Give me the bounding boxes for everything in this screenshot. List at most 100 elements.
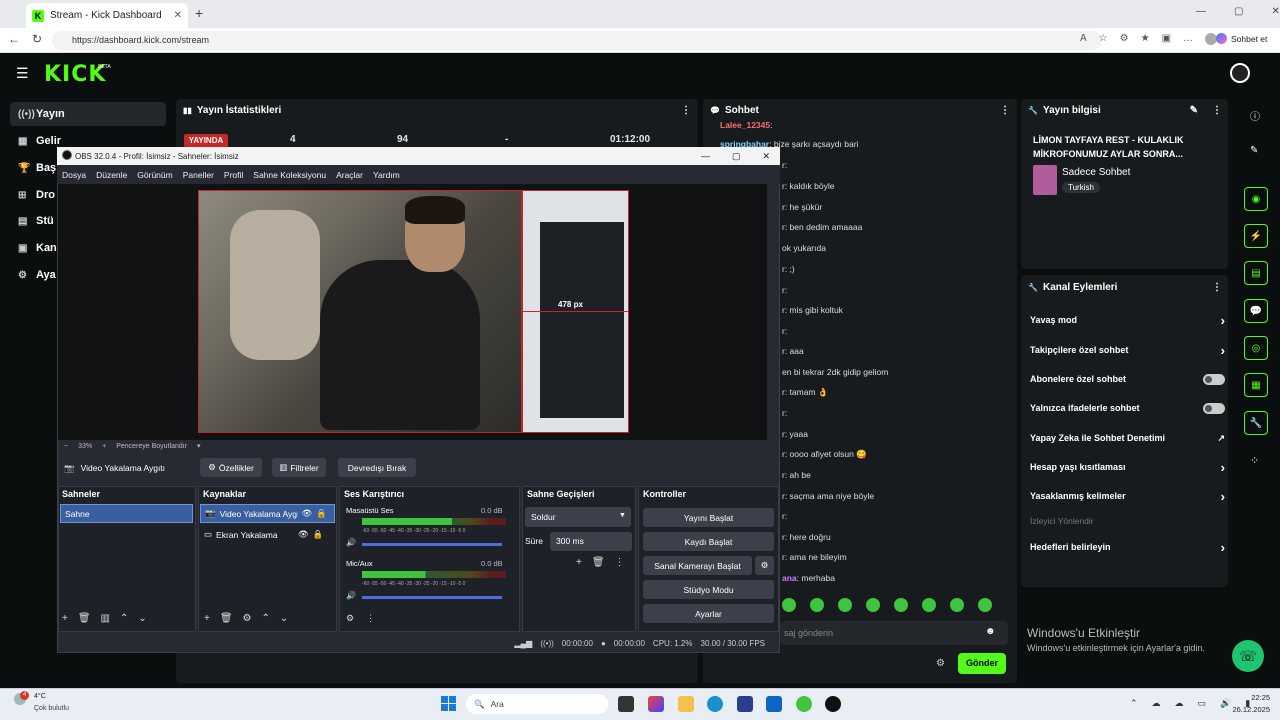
- move-up-icon[interactable]: ⌃: [120, 613, 128, 624]
- info-icon[interactable]: ⓘ: [1250, 108, 1260, 123]
- remove-scene-icon[interactable]: 🗑: [78, 613, 91, 624]
- emoji-picker-icon[interactable]: ☻: [985, 626, 996, 637]
- sidebar-item-yayin[interactable]: ((•)) Yayın: [10, 102, 166, 126]
- action-account-age[interactable]: Hesap yaşı kısıtlaması ›: [1030, 456, 1225, 478]
- chat-settings-icon[interactable]: ⚙: [936, 658, 945, 669]
- list-rail-icon[interactable]: ▤: [1244, 261, 1268, 285]
- task-view-icon[interactable]: [618, 696, 634, 712]
- collections-icon[interactable]: ▣: [1162, 33, 1171, 45]
- app-icon[interactable]: [737, 696, 753, 712]
- duration-input[interactable]: 300 ms: [550, 532, 632, 551]
- start-virtual-camera-button[interactable]: Sanal Kamerayı Başlat: [643, 556, 752, 575]
- minimize-icon[interactable]: —: [1196, 6, 1206, 17]
- file-explorer-icon[interactable]: [678, 696, 694, 712]
- tray-app-icon[interactable]: ☁: [1152, 698, 1161, 709]
- add-transition-icon[interactable]: +: [576, 557, 582, 568]
- camera-rail-icon[interactable]: ◉: [1244, 187, 1268, 211]
- add-source-icon[interactable]: +: [204, 613, 210, 624]
- fit-dropdown-icon[interactable]: ▾: [197, 442, 201, 450]
- send-button[interactable]: Gönder: [958, 653, 1006, 674]
- windows-start-icon[interactable]: [441, 696, 456, 711]
- action-subscribers-only[interactable]: Abonelere özel sohbet: [1030, 368, 1225, 390]
- edge-icon[interactable]: [707, 696, 723, 712]
- properties-button[interactable]: ⚙ Özellikler: [200, 458, 262, 477]
- add-scene-icon[interactable]: +: [62, 613, 68, 624]
- action-followers-only[interactable]: Takipçilere özel sohbet ›: [1030, 339, 1225, 361]
- favorite-icon[interactable]: ☆: [1099, 33, 1108, 45]
- copilot-button[interactable]: Sohbet et: [1216, 33, 1267, 44]
- fit-to-window[interactable]: Pencereye Boyutlandır: [116, 443, 187, 450]
- actions-menu-icon[interactable]: ⋮: [1212, 282, 1222, 293]
- layout-rail-icon[interactable]: ▦: [1244, 373, 1268, 397]
- maximize-icon[interactable]: ▢: [1234, 6, 1243, 17]
- menu-dosya[interactable]: Dosya: [62, 170, 86, 180]
- obs-taskbar-icon[interactable]: [825, 696, 841, 712]
- action-ai-moderation[interactable]: Yapay Zeka ile Sohbet Denetimi ↗: [1030, 427, 1225, 449]
- stats-menu-icon[interactable]: ⋮: [681, 105, 691, 116]
- back-icon[interactable]: ←: [8, 32, 20, 46]
- edit-icon[interactable]: ✎: [1190, 105, 1198, 116]
- extensions-icon[interactable]: ⚙: [1120, 33, 1129, 45]
- eye-icon[interactable]: 👁: [302, 508, 313, 519]
- mixer-settings-icon[interactable]: ⚙: [346, 613, 354, 624]
- menu-gorunum[interactable]: Görünüm: [137, 170, 172, 180]
- more-icon[interactable]: …: [1183, 33, 1193, 45]
- emote-icon[interactable]: [922, 598, 936, 612]
- new-tab-icon[interactable]: +: [195, 5, 203, 21]
- speaker-icon[interactable]: 🔊: [346, 591, 356, 600]
- broadcast-rail-icon[interactable]: ◎: [1244, 336, 1268, 360]
- url-input[interactable]: https://dashboard.kick.com/stream: [52, 31, 1102, 50]
- action-banned-words[interactable]: Yasaklanmış kelimeler ›: [1030, 485, 1225, 507]
- lock-icon[interactable]: 🔒: [316, 508, 327, 519]
- transition-menu-icon[interactable]: ⋮: [615, 557, 625, 568]
- menu-icon[interactable]: ☰: [16, 65, 29, 82]
- tray-cloud-icon[interactable]: ☁: [1175, 698, 1184, 709]
- source-item-video[interactable]: 📷 Video Yakalama Aygıtı 👁 🔒: [200, 504, 335, 523]
- menu-profil[interactable]: Profil: [224, 170, 243, 180]
- taskbar-search[interactable]: 🔍 Ara: [466, 694, 608, 714]
- kick-app-icon[interactable]: [796, 696, 812, 712]
- bolt-rail-icon[interactable]: ⚡: [1244, 224, 1268, 248]
- emote-icon[interactable]: [894, 598, 908, 612]
- subscribers-only-toggle[interactable]: [1203, 373, 1225, 385]
- chat-rail-icon[interactable]: 💬: [1244, 299, 1268, 323]
- emote-icon[interactable]: [810, 598, 824, 612]
- emote-icon[interactable]: [950, 598, 964, 612]
- scene-filters-icon[interactable]: ▥: [101, 613, 110, 624]
- emote-icon[interactable]: [866, 598, 880, 612]
- menu-paneller[interactable]: Paneller: [183, 170, 214, 180]
- speaker-icon[interactable]: 🔊: [346, 538, 356, 547]
- tray-network-icon[interactable]: ▭: [1198, 698, 1207, 709]
- transition-select[interactable]: Soldur: [525, 507, 631, 527]
- action-set-goals[interactable]: Hedefleri belirleyin ›: [1030, 536, 1225, 558]
- apps-icon[interactable]: ⁘: [1250, 454, 1259, 467]
- scene-item[interactable]: Sahne: [60, 504, 193, 523]
- source-props-icon[interactable]: ⚙: [243, 613, 252, 624]
- clock-date[interactable]: 26.12.2025: [1222, 705, 1270, 714]
- obs-minimize-icon[interactable]: —: [701, 151, 710, 162]
- category-name[interactable]: Sadece Sohbet: [1062, 167, 1130, 178]
- emote-icon[interactable]: [978, 598, 992, 612]
- tab-close-icon[interactable]: ✕: [174, 10, 182, 21]
- info-menu-icon[interactable]: ⋮: [1212, 105, 1222, 116]
- desktop-volume-slider[interactable]: [362, 543, 502, 546]
- remove-source-icon[interactable]: 🗑: [220, 613, 233, 624]
- mixer-menu-icon[interactable]: ⋮: [366, 613, 375, 624]
- read-aloud-icon[interactable]: A: [1080, 33, 1087, 45]
- clock-time[interactable]: 22:25: [1234, 693, 1270, 702]
- favorites-icon[interactable]: ★: [1141, 33, 1150, 45]
- chat-input[interactable]: saj gönderin: [780, 621, 1008, 645]
- wrench-rail-icon[interactable]: 🔧: [1244, 411, 1268, 435]
- emote-icon[interactable]: [838, 598, 852, 612]
- support-bubble-icon[interactable]: ☏: [1232, 640, 1264, 672]
- source-item-screen[interactable]: ▭ Ekran Yakalama 👁 🔒: [200, 525, 335, 544]
- tray-chevron-icon[interactable]: ⌃: [1130, 698, 1138, 709]
- action-slow-mode[interactable]: Yavaş mod ›: [1030, 309, 1225, 331]
- move-up-icon[interactable]: ⌃: [262, 613, 270, 624]
- menu-duzenle[interactable]: Düzenle: [96, 170, 127, 180]
- eye-icon[interactable]: 👁: [298, 529, 309, 540]
- remove-transition-icon[interactable]: 🗑: [592, 557, 605, 568]
- move-down-icon[interactable]: ⌄: [280, 613, 288, 624]
- virtual-camera-settings-icon[interactable]: ⚙: [755, 556, 774, 575]
- chat-menu-icon[interactable]: ⋮: [1000, 105, 1010, 116]
